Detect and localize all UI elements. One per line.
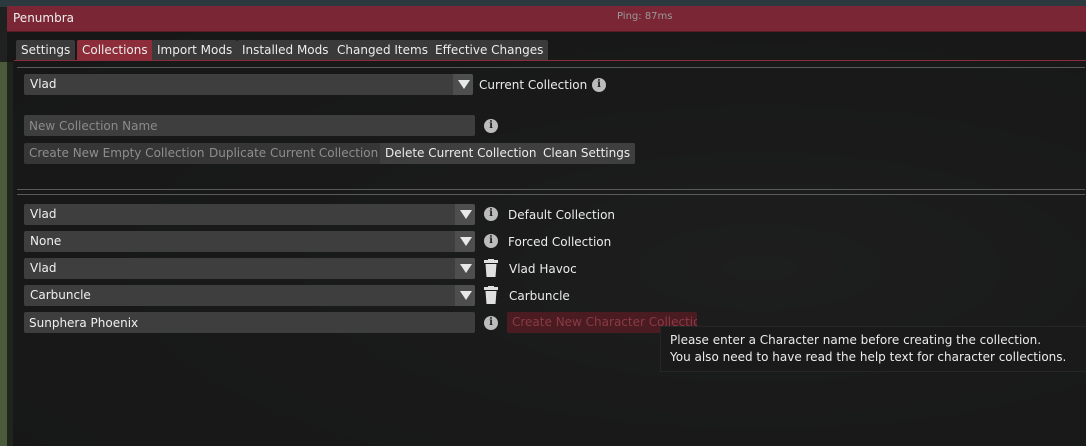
duplicate-collection-button[interactable]: Duplicate Current Collection xyxy=(204,143,384,164)
forced-collection-label: Forced Collection xyxy=(508,235,612,249)
title-bar[interactable]: Penumbra Ping: 87ms xyxy=(7,6,1086,32)
character-collection-combo-vlad[interactable]: Vlad xyxy=(24,258,475,279)
info-icon[interactable]: i xyxy=(484,119,498,133)
new-collection-name-input[interactable] xyxy=(24,115,475,136)
chevron-down-icon[interactable] xyxy=(455,258,475,279)
window-title: Penumbra xyxy=(13,11,74,25)
tab-effective-changes[interactable]: Effective Changes xyxy=(430,40,549,60)
forced-collection-value: None xyxy=(30,234,62,248)
character-name-input-wrap xyxy=(24,312,475,333)
chevron-down-icon[interactable] xyxy=(453,74,473,95)
trash-icon[interactable] xyxy=(484,259,498,277)
default-collection-value: Vlad xyxy=(30,207,57,221)
tab-settings[interactable]: Settings xyxy=(16,40,76,60)
tooltip: Please enter a Character name before cre… xyxy=(660,326,1086,372)
character-name-label: Vlad Havoc xyxy=(509,262,577,276)
chevron-down-icon[interactable] xyxy=(455,204,475,225)
character-collection-value: Carbuncle xyxy=(30,288,91,302)
current-collection-value: Vlad xyxy=(30,77,57,91)
chevron-down-icon[interactable] xyxy=(455,231,475,252)
current-collection-combo[interactable]: Vlad xyxy=(24,74,473,95)
tab-import-mods[interactable]: Import Mods xyxy=(152,40,238,60)
delete-collection-button[interactable]: Delete Current Collection xyxy=(380,143,542,164)
default-collection-combo[interactable]: Vlad xyxy=(24,204,475,225)
tooltip-line-2: You also need to have read the help text… xyxy=(670,350,1067,364)
penumbra-window: Penumbra Ping: 87ms Settings Collections… xyxy=(7,6,1086,446)
ping-indicator: Ping: 87ms xyxy=(617,11,673,22)
character-name-input[interactable] xyxy=(24,312,475,333)
tab-underline xyxy=(14,60,1086,61)
info-icon[interactable]: i xyxy=(484,234,498,248)
info-icon[interactable]: i xyxy=(484,207,498,221)
tooltip-line-1: Please enter a Character name before cre… xyxy=(670,333,1042,347)
default-collection-label: Default Collection xyxy=(508,208,616,222)
clean-settings-button[interactable]: Clean Settings xyxy=(538,143,636,164)
tab-installed-mods[interactable]: Installed Mods xyxy=(237,40,334,60)
new-collection-name-input-wrap xyxy=(24,115,475,136)
chevron-down-icon[interactable] xyxy=(455,285,475,306)
create-empty-collection-button[interactable]: Create New Empty Collection xyxy=(24,143,210,164)
trash-icon[interactable] xyxy=(484,286,498,304)
current-collection-label: Current Collection xyxy=(479,78,588,92)
character-name-label: Carbuncle xyxy=(509,289,570,303)
forced-collection-combo[interactable]: None xyxy=(24,231,475,252)
top-separator xyxy=(17,67,1085,68)
character-collection-combo-carbuncle[interactable]: Carbuncle xyxy=(24,285,475,306)
info-icon[interactable]: i xyxy=(484,316,498,330)
middle-separator xyxy=(17,189,1085,190)
tab-collections[interactable]: Collections xyxy=(77,40,153,60)
middle-separator-2 xyxy=(17,194,1085,195)
info-icon[interactable]: i xyxy=(592,78,606,92)
character-collection-value: Vlad xyxy=(30,261,57,275)
tab-changed-items[interactable]: Changed Items xyxy=(332,40,433,60)
